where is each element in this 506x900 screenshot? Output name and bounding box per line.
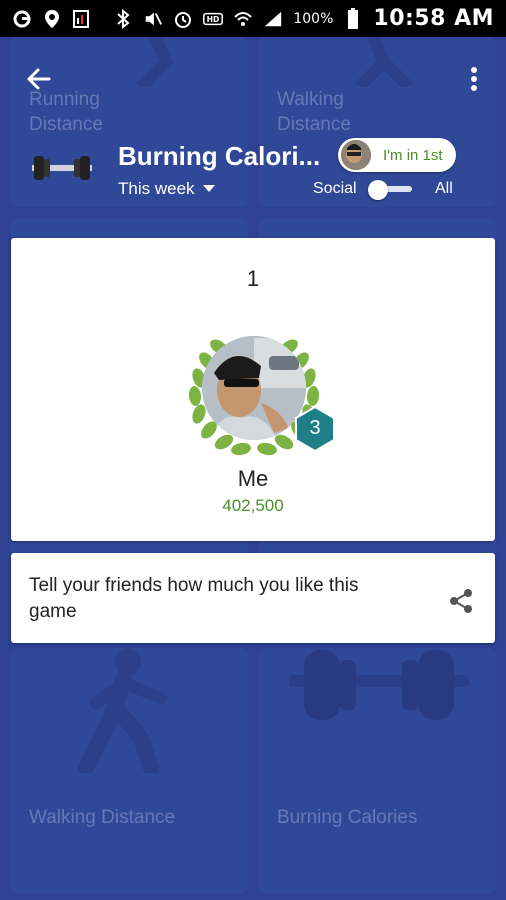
walking-figure-icon — [78, 649, 167, 773]
player-score: 402,500 — [222, 496, 284, 515]
social-all-toggle[interactable] — [368, 180, 414, 200]
back-button[interactable] — [20, 61, 56, 97]
share-icon — [450, 589, 472, 613]
tile-label: Walking Distance — [29, 807, 176, 828]
svg-text:HD: HD — [207, 15, 220, 24]
status-bar: HD 100% 10:58 AM — [0, 0, 506, 37]
level-number: 3 — [309, 417, 321, 439]
toggle-knob[interactable] — [368, 180, 388, 200]
share-card[interactable]: Tell your friends how much you like this… — [11, 553, 495, 643]
tile-burning-calories[interactable]: Burning Calories — [259, 648, 496, 893]
share-message: Tell your friends how much you like this… — [29, 575, 359, 622]
stats-notification-icon — [72, 9, 92, 29]
dumbbell-icon — [32, 156, 92, 180]
tile-walking-distance[interactable]: Walking Distance — [11, 648, 248, 893]
period-dropdown[interactable]: This week — [118, 179, 215, 199]
location-icon — [42, 9, 62, 29]
player-name: Me — [237, 466, 269, 491]
toggle-label-social: Social — [313, 180, 357, 197]
share-button[interactable] — [445, 585, 477, 617]
mute-icon — [143, 9, 163, 29]
tile-label: Burning Calories — [277, 807, 418, 828]
wifi-icon — [233, 9, 253, 29]
rank-badge-label: I'm in 1st — [383, 146, 443, 164]
bluetooth-icon — [113, 8, 133, 29]
avatar[interactable]: 3 — [179, 318, 335, 458]
leaderboard-card[interactable]: 1 3 Me 402,500 — [11, 238, 495, 541]
avatar-thumbnail — [341, 140, 371, 170]
overflow-menu-button[interactable] — [460, 61, 488, 97]
dropdown-arrow-icon — [202, 185, 215, 192]
battery-icon — [343, 7, 363, 29]
battery-percent: 100% — [293, 10, 334, 27]
rank-number: 1 — [246, 266, 260, 291]
rank-badge[interactable]: I'm in 1st — [338, 138, 456, 172]
app-notification-icon — [12, 9, 32, 29]
dumbbell-icon — [289, 650, 469, 720]
more-vert-icon — [471, 67, 477, 91]
clock: 10:58 AM — [373, 6, 494, 31]
signal-icon — [263, 9, 283, 29]
period-label: This week — [118, 179, 195, 198]
hd-icon: HD — [203, 9, 224, 29]
back-arrow-icon — [27, 68, 51, 90]
toggle-label-all: All — [435, 180, 453, 197]
page-title: Burning Calori... — [118, 141, 321, 171]
alarm-icon — [173, 9, 193, 29]
